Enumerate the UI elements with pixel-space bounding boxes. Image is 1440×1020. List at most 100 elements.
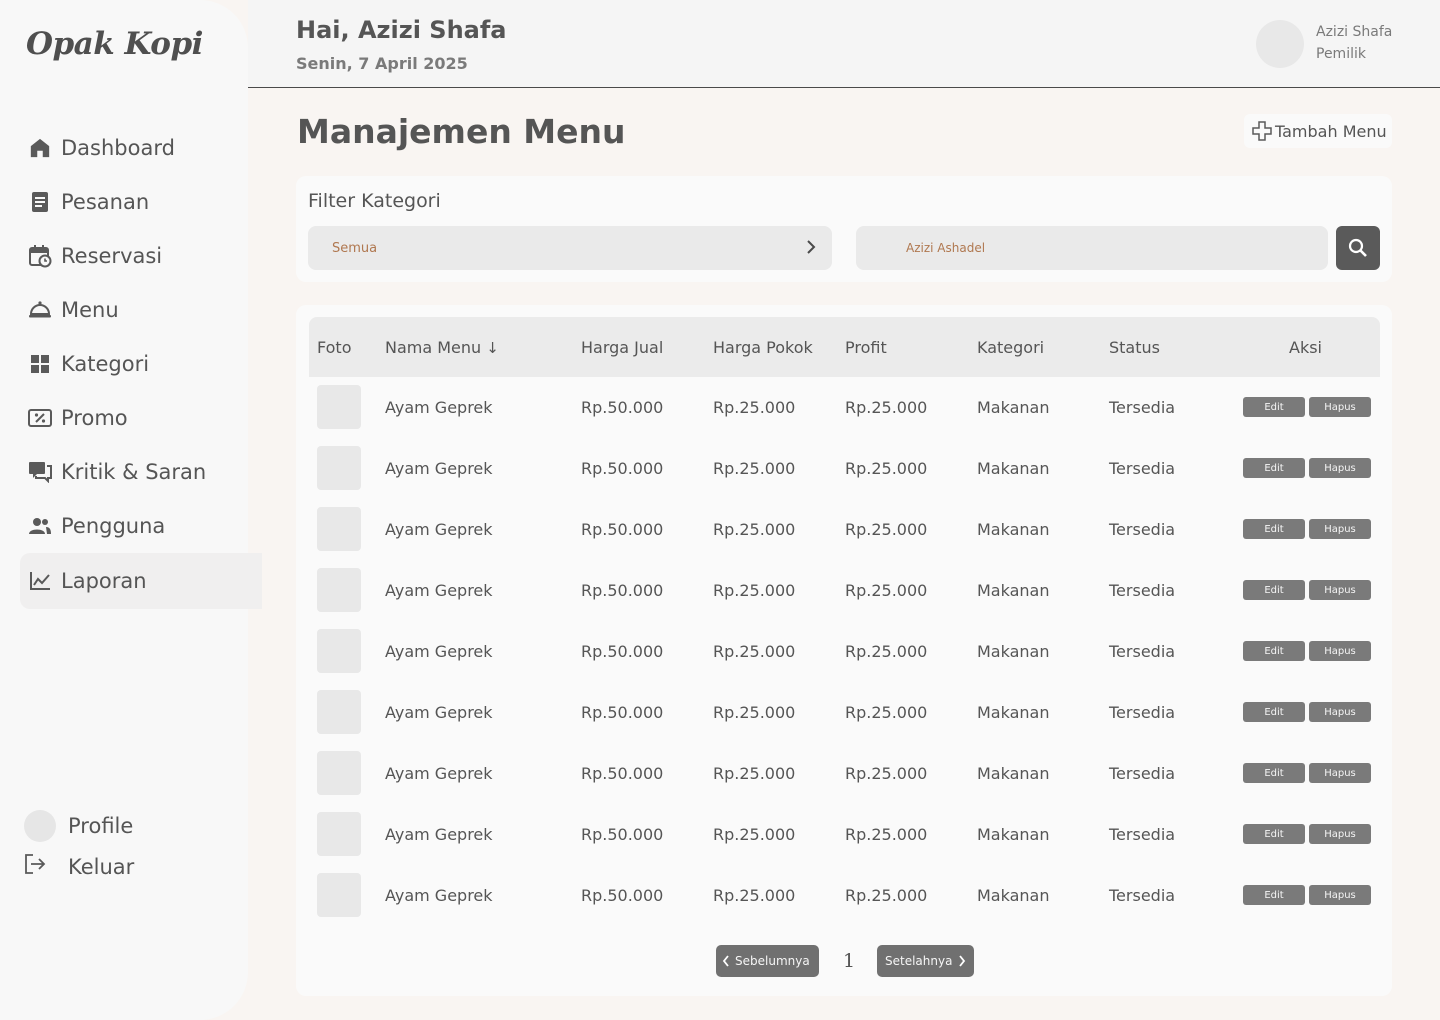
column-header-kategori: Kategori	[977, 338, 1045, 357]
prev-page-button[interactable]: Sebelumnya	[716, 945, 819, 977]
cell-name: Ayam Geprek	[385, 520, 493, 539]
sidebar-item-label: Pengguna	[61, 514, 166, 538]
cell-price: Rp.50.000	[581, 459, 664, 478]
sidebar-item-kategori[interactable]: Kategori	[0, 337, 262, 391]
delete-button[interactable]: Hapus	[1309, 397, 1371, 417]
cell-category: Makanan	[977, 764, 1050, 783]
edit-button[interactable]: Edit	[1243, 458, 1305, 478]
prev-page-label: Sebelumnya	[735, 954, 810, 968]
cell-status: Tersedia	[1109, 520, 1176, 539]
avatar[interactable]	[1256, 20, 1304, 68]
cell-price: Rp.50.000	[581, 703, 664, 722]
current-page-number[interactable]: 1	[843, 950, 855, 972]
cell-price: Rp.50.000	[581, 398, 664, 417]
sidebar-item-label: Menu	[61, 298, 119, 322]
current-date: Senin, 7 April 2025	[296, 54, 468, 73]
sidebar-item-reservasi[interactable]: Reservasi	[0, 229, 262, 283]
cell-cost: Rp.25.000	[713, 703, 796, 722]
calendar-clock-icon	[28, 244, 52, 268]
plus-icon	[1252, 121, 1272, 141]
cell-name: Ayam Geprek	[385, 398, 493, 417]
table-row: Ayam Geprek Rp.50.000 Rp.25.000 Rp.25.00…	[309, 865, 1380, 926]
menu-photo	[317, 629, 361, 673]
sidebar-item-menu[interactable]: Menu	[0, 283, 262, 337]
sidebar-item-dashboard[interactable]: Dashboard	[0, 121, 262, 175]
menu-photo	[317, 690, 361, 734]
delete-button[interactable]: Hapus	[1309, 885, 1371, 905]
sidebar-item-label: Pesanan	[61, 190, 150, 214]
menu-photo	[317, 507, 361, 551]
logout-link[interactable]: Keluar	[24, 847, 134, 887]
cell-status: Tersedia	[1109, 825, 1176, 844]
search-icon	[1348, 238, 1368, 258]
user-role: Pemilik	[1316, 46, 1366, 62]
cell-status: Tersedia	[1109, 703, 1176, 722]
table-row: Ayam Geprek Rp.50.000 Rp.25.000 Rp.25.00…	[309, 621, 1380, 682]
cell-profit: Rp.25.000	[845, 642, 928, 661]
search-button[interactable]	[1336, 226, 1380, 270]
edit-button[interactable]: Edit	[1243, 885, 1305, 905]
sidebar: Opak Kopi Dashboard Pesanan Reservasi Me…	[0, 0, 262, 1020]
edit-button[interactable]: Edit	[1243, 641, 1305, 661]
column-header-nama-menu[interactable]: Nama Menu ↓	[385, 338, 499, 357]
cell-profit: Rp.25.000	[845, 459, 928, 478]
cell-cost: Rp.25.000	[713, 825, 796, 844]
delete-button[interactable]: Hapus	[1309, 458, 1371, 478]
chevron-right-icon	[806, 239, 816, 259]
cell-price: Rp.50.000	[581, 825, 664, 844]
filter-card: Filter Kategori Semua Azizi Ashadel	[296, 176, 1392, 282]
cell-profit: Rp.25.000	[845, 825, 928, 844]
table-row: Ayam Geprek Rp.50.000 Rp.25.000 Rp.25.00…	[309, 438, 1380, 499]
sidebar-item-label: Promo	[61, 406, 128, 430]
delete-button[interactable]: Hapus	[1309, 580, 1371, 600]
cell-category: Makanan	[977, 459, 1050, 478]
cell-name: Ayam Geprek	[385, 764, 493, 783]
search-input-value: Azizi Ashadel	[906, 241, 986, 255]
edit-button[interactable]: Edit	[1243, 763, 1305, 783]
next-page-button[interactable]: Setelahnya	[877, 945, 974, 977]
menu-table-card: Foto Nama Menu ↓ Harga Jual Harga Pokok …	[296, 305, 1392, 996]
delete-button[interactable]: Hapus	[1309, 519, 1371, 539]
sidebar-item-promo[interactable]: Promo	[0, 391, 262, 445]
column-header-foto: Foto	[317, 338, 352, 357]
delete-button[interactable]: Hapus	[1309, 763, 1371, 783]
table-row: Ayam Geprek Rp.50.000 Rp.25.000 Rp.25.00…	[309, 682, 1380, 743]
next-page-label: Setelahnya	[885, 954, 953, 968]
edit-button[interactable]: Edit	[1243, 519, 1305, 539]
cell-category: Makanan	[977, 581, 1050, 600]
edit-button[interactable]: Edit	[1243, 397, 1305, 417]
edit-button[interactable]: Edit	[1243, 824, 1305, 844]
add-menu-button[interactable]: Tambah Menu	[1244, 114, 1392, 148]
category-select[interactable]: Semua	[308, 226, 832, 270]
cell-profit: Rp.25.000	[845, 520, 928, 539]
cell-status: Tersedia	[1109, 398, 1176, 417]
cell-price: Rp.50.000	[581, 520, 664, 539]
cell-category: Makanan	[977, 886, 1050, 905]
profile-link[interactable]: Profile	[24, 806, 134, 846]
sidebar-item-label: Kategori	[61, 352, 150, 376]
cloche-icon	[28, 298, 52, 322]
search-input[interactable]: Azizi Ashadel	[856, 226, 1328, 270]
table-row: Ayam Geprek Rp.50.000 Rp.25.000 Rp.25.00…	[309, 743, 1380, 804]
cell-cost: Rp.25.000	[713, 886, 796, 905]
cell-cost: Rp.25.000	[713, 581, 796, 600]
edit-button[interactable]: Edit	[1243, 580, 1305, 600]
page-title: Manajemen Menu	[297, 112, 626, 151]
column-header-status: Status	[1109, 338, 1160, 357]
sidebar-bottom: Profile Keluar	[24, 806, 134, 887]
menu-photo	[317, 385, 361, 429]
delete-button[interactable]: Hapus	[1309, 641, 1371, 661]
cell-price: Rp.50.000	[581, 642, 664, 661]
menu-photo	[317, 873, 361, 917]
sidebar-item-pengguna[interactable]: Pengguna	[0, 499, 262, 553]
edit-button[interactable]: Edit	[1243, 702, 1305, 722]
delete-button[interactable]: Hapus	[1309, 824, 1371, 844]
sidebar-item-pesanan[interactable]: Pesanan	[0, 175, 262, 229]
cell-status: Tersedia	[1109, 459, 1176, 478]
delete-button[interactable]: Hapus	[1309, 702, 1371, 722]
cell-category: Makanan	[977, 398, 1050, 417]
top-header: Hai, Azizi Shafa Senin, 7 April 2025 Azi…	[248, 0, 1440, 88]
cell-category: Makanan	[977, 642, 1050, 661]
sidebar-item-laporan[interactable]: Laporan	[20, 553, 262, 609]
sidebar-item-kritik-saran[interactable]: Kritik & Saran	[0, 445, 262, 499]
